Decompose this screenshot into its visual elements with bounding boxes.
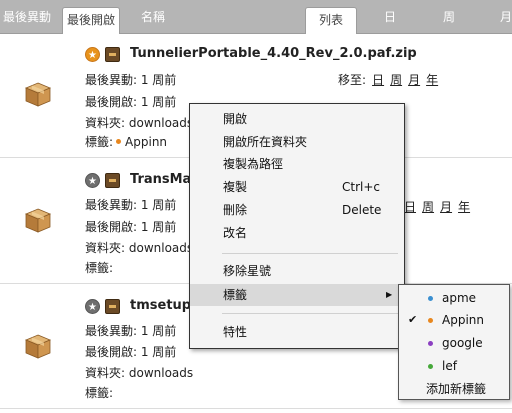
menu-separator: [222, 313, 398, 314]
package-icon: [24, 332, 52, 360]
tag-item-label: apme: [442, 291, 477, 305]
menu-item-label: 改名: [223, 226, 248, 240]
tag-appinn[interactable]: Appinn: [125, 135, 167, 149]
menu-item-label: 特性: [223, 325, 248, 339]
last-opened-label: 最後開啟: 1 周前: [85, 95, 177, 109]
tag-color-dot: [428, 318, 433, 323]
file-name-link[interactable]: tmsetup: [130, 298, 191, 313]
tag-color-dot: [428, 296, 433, 301]
tag-color-dot: [116, 139, 122, 144]
menu-item-copy-as-path[interactable]: 複製為路徑: [190, 153, 404, 175]
folder-label: 資料夾: downloads: [85, 116, 189, 130]
tag-item-label: google: [442, 336, 483, 350]
last-opened-label: 最後開啟: 1 周前: [85, 345, 177, 359]
star-icon[interactable]: ★: [85, 47, 100, 62]
menu-item-properties[interactable]: 特性: [190, 321, 404, 343]
tag-color-dot: [428, 341, 433, 346]
menu-item-copy[interactable]: 複製 Ctrl+c: [190, 176, 404, 198]
menu-item-label: 複製為路徑: [223, 157, 284, 171]
add-new-tag-item[interactable]: 添加新標籤: [399, 378, 509, 400]
move-to-year-link[interactable]: 年: [458, 200, 470, 214]
view-list-tab[interactable]: 列表: [305, 7, 357, 34]
sort-name-tab[interactable]: 名稱: [141, 0, 165, 34]
move-to-week-link[interactable]: 周: [390, 73, 402, 87]
move-to-group: 日周月年: [404, 198, 470, 215]
menu-item-remove-star[interactable]: 移除星號: [190, 260, 404, 282]
menu-item-open[interactable]: 開啟: [190, 108, 404, 130]
top-bar: 最後異動 最後開啟 名稱 列表 日 周 月: [0, 0, 512, 34]
menu-item-rename[interactable]: 改名: [190, 222, 404, 244]
package-icon: [24, 206, 52, 234]
tag-item-label: 添加新標籤: [426, 382, 487, 396]
menu-item-label: 標籤: [223, 288, 248, 302]
menu-item-label: 刪除: [223, 203, 248, 217]
move-to-group: 移至: 日周月年: [338, 71, 438, 88]
tag-item-lef[interactable]: lef: [399, 355, 509, 377]
menu-item-label: 開啟: [223, 112, 248, 126]
sort-last-modified-tab[interactable]: 最後異動: [3, 0, 51, 34]
last-modified-label: 最後異動: 1 周前: [85, 73, 177, 87]
view-day-tab[interactable]: 日: [384, 0, 396, 34]
menu-item-delete[interactable]: 刪除 Delete: [190, 199, 404, 221]
tag-color-dot: [428, 364, 433, 369]
context-menu: 開啟 開啟所在資料夾 複製為路徑 複製 Ctrl+c 刪除 Delete 改名 移除…: [189, 103, 405, 349]
star-icon[interactable]: ★: [85, 173, 100, 188]
tag-item-label: Appinn: [442, 313, 484, 327]
checkmark-icon: ✔: [408, 313, 418, 326]
tags-label: 標籤:: [85, 261, 114, 275]
menu-separator: [222, 253, 398, 254]
tag-item-label: lef: [442, 359, 457, 373]
move-to-year-link[interactable]: 年: [426, 73, 438, 87]
zip-file-icon: [105, 47, 120, 62]
tags-label: 標籤:: [85, 386, 114, 400]
zip-file-icon: [105, 173, 120, 188]
row-divider: [0, 408, 512, 409]
folder-label: 資料夾: downloads: [85, 366, 194, 380]
menu-item-label: 複製: [223, 180, 248, 194]
folder-label: 資料夾: downloads: [85, 241, 189, 255]
last-modified-label: 最後異動: 1 周前: [85, 324, 177, 338]
move-to-label: 移至:: [338, 73, 367, 87]
package-icon: [24, 80, 52, 108]
view-month-tab[interactable]: 月: [500, 0, 512, 34]
move-to-month-link[interactable]: 月: [440, 200, 452, 214]
chevron-right-icon: ▶: [386, 290, 393, 299]
tags-label: 標籤:: [85, 135, 114, 149]
tag-item-google[interactable]: google: [399, 332, 509, 354]
star-icon[interactable]: ★: [85, 299, 100, 314]
tag-item-apme[interactable]: apme: [399, 287, 509, 309]
last-opened-label: 最後開啟: 1 周前: [85, 220, 177, 234]
move-to-day-link[interactable]: 日: [404, 200, 416, 214]
move-to-month-link[interactable]: 月: [408, 73, 420, 87]
last-modified-label: 最後異動: 1 周前: [85, 198, 177, 212]
sort-last-opened-tab[interactable]: 最後開啟: [62, 7, 121, 34]
zip-file-icon: [105, 299, 120, 314]
menu-item-open-folder[interactable]: 開啟所在資料夾: [190, 131, 404, 153]
move-to-week-link[interactable]: 周: [422, 200, 434, 214]
tags-line: 標籤: Appinn: [85, 133, 167, 150]
view-week-tab[interactable]: 周: [443, 0, 455, 34]
menu-item-label: 開啟所在資料夾: [223, 135, 308, 149]
move-to-day-link[interactable]: 日: [372, 73, 384, 87]
tags-submenu: apme ✔ Appinn google lef 添加新標籤: [398, 284, 510, 400]
shortcut-label: Delete: [342, 203, 382, 217]
tag-item-appinn[interactable]: ✔ Appinn: [399, 309, 509, 331]
file-name-link[interactable]: TunnelierPortable_4.40_Rev_2.0.paf.zip: [130, 46, 417, 61]
shortcut-label: Ctrl+c: [342, 180, 381, 194]
menu-item-label: 移除星號: [223, 264, 272, 278]
menu-item-tags[interactable]: 標籤 ▶: [190, 284, 404, 306]
